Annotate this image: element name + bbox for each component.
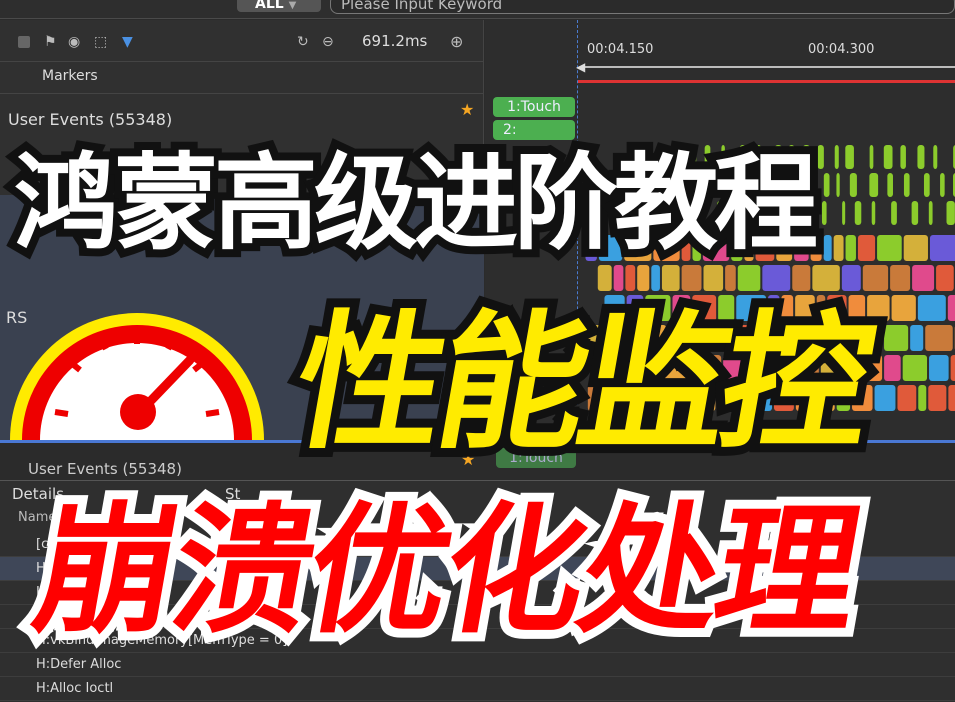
flame-block[interactable] bbox=[917, 145, 925, 169]
time-tick: 00:04.300 bbox=[808, 42, 875, 57]
flame-block[interactable] bbox=[925, 325, 953, 351]
flame-block[interactable] bbox=[902, 355, 928, 381]
flame-block[interactable] bbox=[874, 385, 896, 411]
flame-block[interactable] bbox=[823, 173, 830, 197]
select-icon[interactable]: ⬚ bbox=[94, 34, 107, 50]
flame-block[interactable] bbox=[833, 235, 844, 261]
flame-block[interactable] bbox=[917, 295, 946, 321]
gauge-hub bbox=[120, 394, 156, 430]
subtitle-2-text: 崩溃优化处理 bbox=[14, 481, 877, 662]
table-row[interactable]: H:Alloc Ioctl bbox=[0, 677, 955, 701]
flame-block[interactable] bbox=[923, 173, 930, 197]
flame-block[interactable] bbox=[890, 265, 911, 291]
flame-block[interactable] bbox=[947, 295, 955, 321]
flame-block[interactable] bbox=[854, 201, 862, 225]
filter-icon[interactable]: ▼ bbox=[122, 34, 133, 50]
flame-block[interactable] bbox=[912, 265, 935, 291]
flame-block[interactable] bbox=[887, 173, 893, 197]
flame-block[interactable] bbox=[928, 385, 947, 411]
flame-block[interactable] bbox=[836, 173, 840, 197]
subtitle-text: 性能监控 bbox=[273, 288, 889, 478]
flame-block[interactable] bbox=[883, 145, 893, 169]
flame-block[interactable] bbox=[871, 201, 876, 225]
flame-block[interactable] bbox=[891, 201, 897, 225]
flame-block[interactable] bbox=[884, 355, 901, 381]
flame-block[interactable] bbox=[911, 201, 919, 225]
flame-block[interactable] bbox=[903, 235, 928, 261]
red-range-line bbox=[578, 80, 955, 83]
flame-block[interactable] bbox=[869, 173, 879, 197]
flame-block[interactable] bbox=[929, 235, 955, 261]
flame-block[interactable] bbox=[900, 145, 906, 169]
flame-block[interactable] bbox=[857, 235, 876, 261]
title-text: 鸿蒙高级进阶教程 bbox=[6, 134, 826, 272]
flame-block[interactable] bbox=[910, 325, 924, 351]
flame-block[interactable] bbox=[849, 173, 857, 197]
flame-block[interactable] bbox=[918, 385, 927, 411]
flame-block[interactable] bbox=[928, 201, 933, 225]
flame-block[interactable] bbox=[823, 235, 832, 261]
flame-block[interactable] bbox=[891, 295, 916, 321]
zoom-in-icon[interactable]: ⊕ bbox=[450, 32, 463, 51]
search-input[interactable]: Please Input Keyword bbox=[330, 0, 955, 14]
zoom-value: 691.2ms bbox=[362, 32, 428, 50]
square-icon[interactable] bbox=[18, 36, 30, 48]
flame-block[interactable] bbox=[845, 235, 856, 261]
flame-block[interactable] bbox=[948, 385, 955, 411]
flame-block[interactable] bbox=[834, 145, 839, 169]
flame-block[interactable] bbox=[946, 201, 955, 225]
flag-icon[interactable]: ⚑ bbox=[44, 34, 57, 50]
flame-block[interactable] bbox=[897, 385, 917, 411]
speedometer-icon bbox=[10, 313, 264, 440]
markers-label: Markers bbox=[42, 68, 98, 84]
flame-block[interactable] bbox=[845, 145, 854, 169]
flame-block[interactable] bbox=[933, 145, 938, 169]
flame-block[interactable] bbox=[950, 355, 955, 381]
star-icon[interactable]: ★ bbox=[460, 100, 474, 119]
compass-icon[interactable]: ◉ bbox=[68, 34, 80, 50]
triangle-left-icon[interactable]: ◀ bbox=[576, 60, 585, 74]
chevron-down-icon: ▼ bbox=[288, 0, 297, 11]
flame-block[interactable] bbox=[884, 325, 909, 351]
flame-block[interactable] bbox=[936, 265, 954, 291]
zoom-out-icon[interactable]: ⊖ bbox=[322, 34, 334, 50]
touch-event[interactable]: 1:Touch bbox=[493, 97, 575, 117]
flame-block[interactable] bbox=[903, 173, 910, 197]
time-tick: 00:04.150 bbox=[587, 42, 654, 57]
reset-icon[interactable]: ↻ bbox=[297, 34, 309, 50]
flame-block[interactable] bbox=[929, 355, 949, 381]
flame-block[interactable] bbox=[821, 201, 827, 225]
filter-select-value: ALL bbox=[255, 0, 284, 12]
flame-block[interactable] bbox=[842, 201, 846, 225]
range-line bbox=[580, 66, 955, 68]
flame-block[interactable] bbox=[817, 145, 824, 169]
flame-block[interactable] bbox=[877, 235, 902, 261]
flame-block[interactable] bbox=[869, 145, 874, 169]
flame-block[interactable] bbox=[940, 173, 945, 197]
filter-select[interactable]: ALL ▼ bbox=[237, 0, 321, 12]
